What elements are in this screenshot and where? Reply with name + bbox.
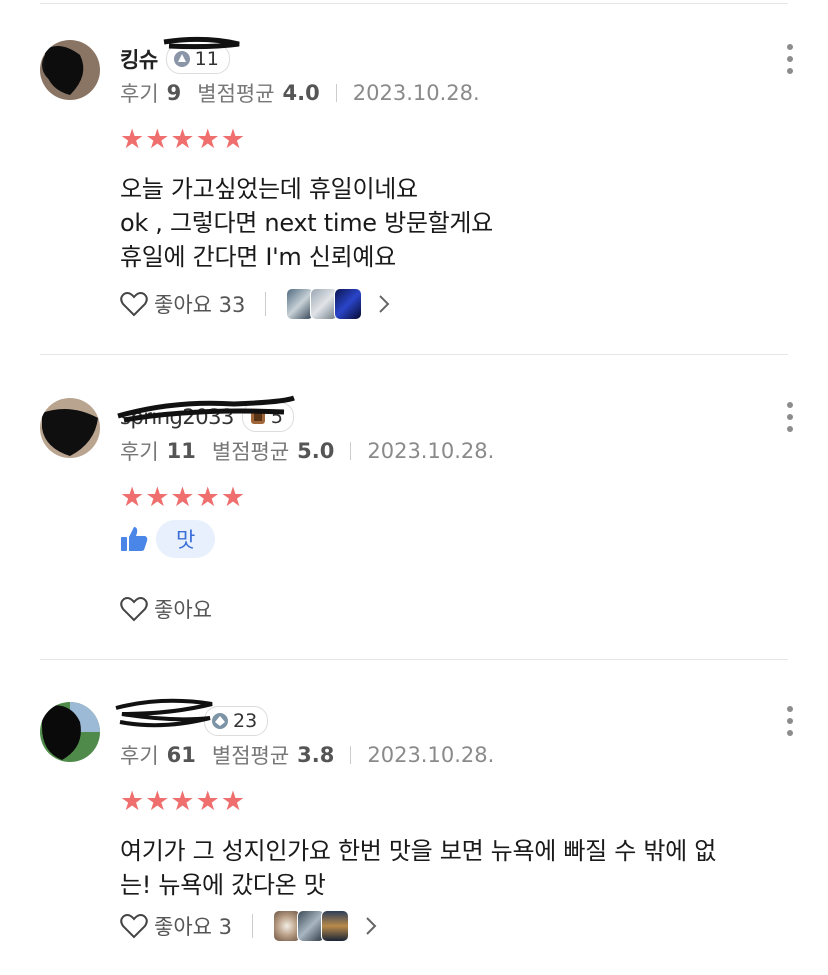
review-text-line: 오늘 가고싶었는데 휴일이네요	[120, 175, 418, 203]
review-meta: 후기 9 별점평균 4.0 2023.10.28.	[120, 78, 480, 108]
avatar[interactable]	[40, 40, 100, 100]
reviews-count: 9	[166, 81, 182, 105]
avg-label: 별점평균	[211, 744, 290, 768]
avatar[interactable]	[40, 398, 100, 458]
photo-thumbnails[interactable]	[286, 288, 363, 320]
avatar[interactable]	[40, 702, 100, 762]
more-options-icon[interactable]	[787, 402, 795, 432]
thumbs-up-icon	[121, 527, 148, 551]
separator	[335, 84, 337, 102]
review-text: 오늘 가고싶었는데 휴일이네요 ok , 그렇다면 next time 방문할게…	[120, 172, 493, 274]
heart-icon[interactable]	[120, 291, 148, 317]
redaction-scribble	[115, 698, 213, 728]
review-text-line: 여기가 그 성지인가요 한번 맛을 보면 뉴욕에 빠질 수 밖에 없	[120, 837, 717, 865]
separator	[265, 292, 267, 316]
review-actions: 좋아요 33	[120, 288, 390, 320]
photo-thumbnail[interactable]	[321, 910, 349, 942]
review-date: 2023.10.28.	[352, 81, 480, 105]
more-options-icon[interactable]	[787, 44, 795, 74]
badge-count: 23	[233, 710, 258, 732]
review-text-line: 휴일에 간다면 I'm 신뢰예요	[120, 243, 396, 271]
avg-value: 5.0	[297, 439, 335, 463]
review-date: 2023.10.28.	[367, 439, 495, 463]
divider	[40, 659, 788, 660]
author-row: 23	[115, 698, 269, 736]
like-count[interactable]: 좋아요 33	[154, 289, 245, 319]
reviews-label: 후기	[120, 744, 159, 768]
reviews-label: 후기	[120, 440, 159, 464]
author-row: spring2033 5	[117, 395, 295, 432]
review-meta: 후기 61 별점평균 3.8 2023.10.28.	[120, 740, 494, 770]
avg-label: 별점평균	[211, 440, 290, 464]
chevron-right-icon[interactable]	[378, 294, 390, 314]
tag-chip[interactable]: 맛	[156, 520, 216, 558]
star-rating: ★★★★★	[120, 786, 247, 817]
like-count[interactable]: 좋아요 3	[154, 911, 232, 941]
review-actions: 좋아요	[120, 594, 212, 624]
author-row: 킹슈 11	[120, 36, 240, 74]
review-text: 여기가 그 성지인가요 한번 맛을 보면 뉴욕에 빠질 수 밖에 없 는! 뉴욕…	[120, 834, 716, 902]
separator	[252, 914, 253, 938]
tag-row: 맛	[120, 520, 216, 558]
like-count[interactable]: 좋아요	[154, 594, 212, 624]
reviews-count: 61	[166, 743, 196, 767]
avg-value: 3.8	[297, 743, 335, 767]
star-rating: ★★★★★	[120, 124, 247, 155]
review-date: 2023.10.28.	[367, 743, 495, 767]
divider	[40, 354, 788, 355]
review-meta: 후기 11 별점평균 5.0 2023.10.28.	[120, 436, 494, 466]
photo-thumbnail[interactable]	[334, 288, 363, 320]
divider	[40, 3, 788, 4]
review-text-line: ok , 그렇다면 next time 방문할게요	[120, 209, 493, 237]
review-actions: 좋아요 3	[120, 910, 377, 942]
avg-label: 별점평균	[197, 82, 275, 106]
separator	[350, 746, 352, 764]
separator	[350, 442, 352, 460]
photo-thumbnails[interactable]	[273, 910, 349, 942]
avg-value: 4.0	[282, 81, 320, 105]
reviews-count: 11	[166, 439, 196, 463]
heart-icon[interactable]	[120, 913, 148, 939]
chevron-right-icon[interactable]	[365, 916, 377, 936]
star-rating: ★★★★★	[120, 482, 247, 513]
redaction-scribble	[117, 395, 295, 423]
redaction-scribble	[163, 36, 240, 50]
more-options-icon[interactable]	[787, 706, 795, 736]
review-text-line: 는! 뉴욕에 갔다온 맛	[120, 871, 326, 899]
reviews-label: 후기	[120, 82, 159, 106]
heart-icon[interactable]	[120, 596, 148, 622]
